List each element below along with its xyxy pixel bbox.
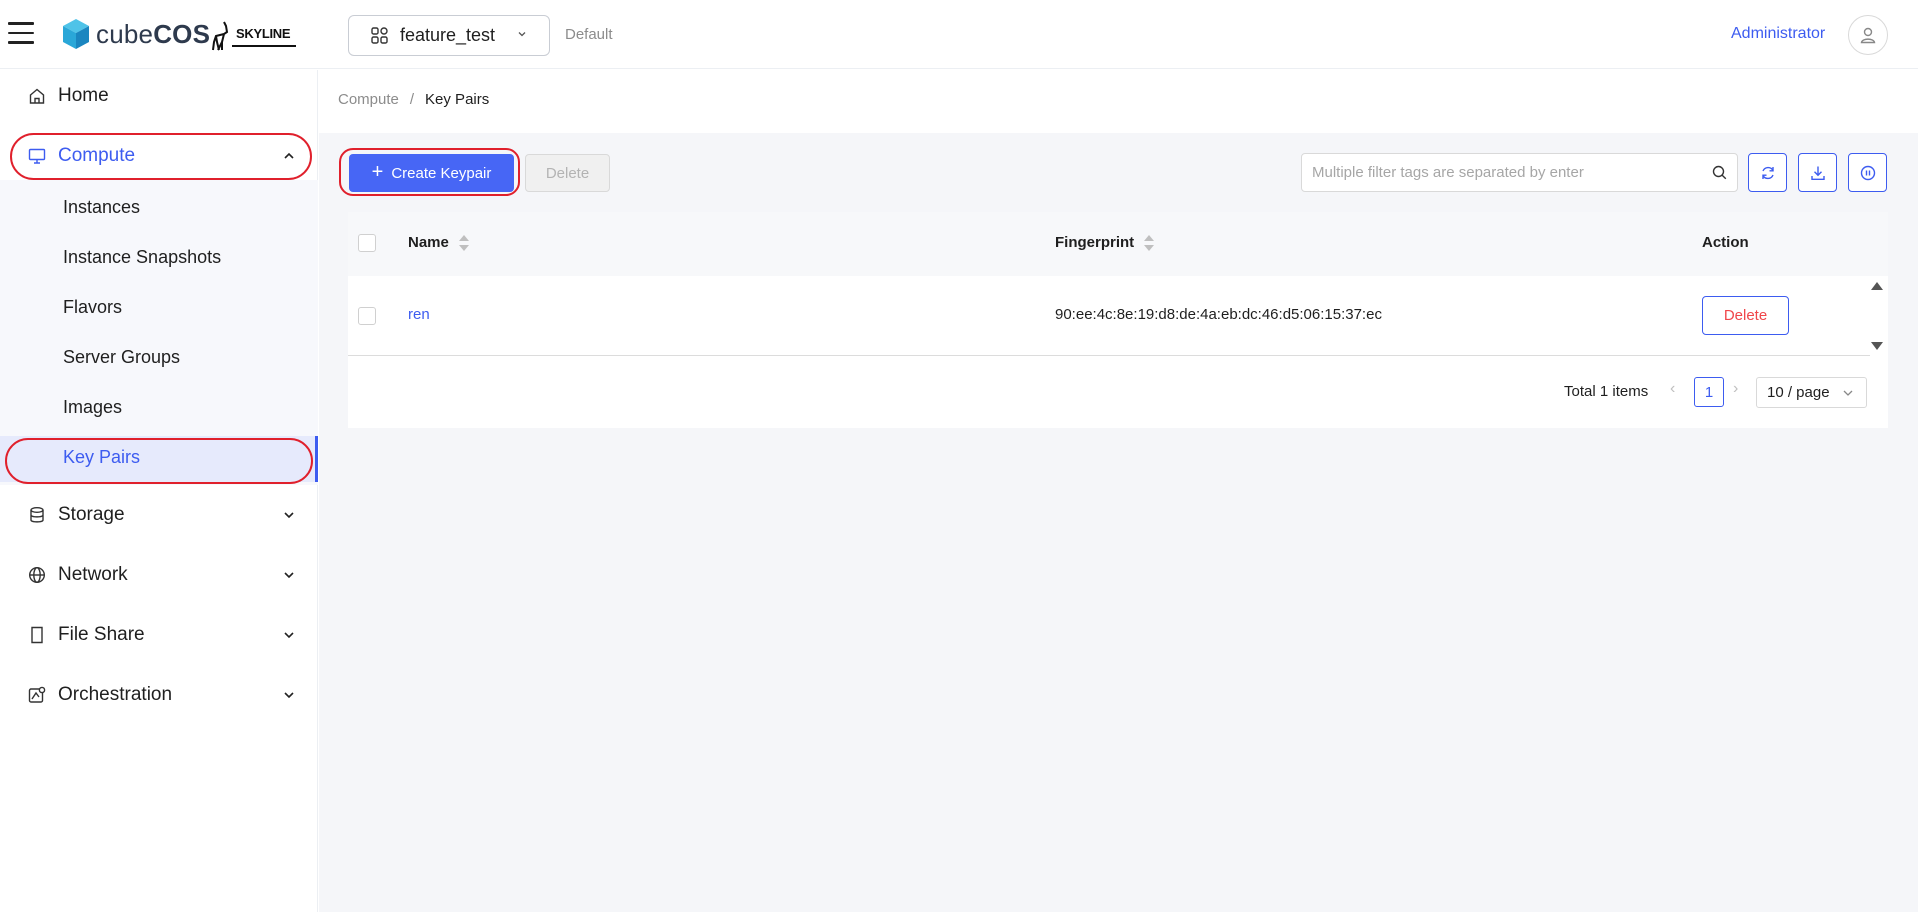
prev-page-icon[interactable]: ‹ xyxy=(1670,380,1675,398)
chevron-down-icon xyxy=(284,632,294,639)
sidebar-item-label: File Share xyxy=(58,624,145,645)
sidebar-item-instances[interactable]: Instances xyxy=(0,186,318,232)
top-header: cubeCOS SKYLINE feature_test Default Adm… xyxy=(0,0,1918,69)
brand-suffix: COS xyxy=(153,18,211,49)
monitor-icon xyxy=(28,148,46,164)
cubecos-logo[interactable]: cubeCOS xyxy=(62,18,210,50)
breadcrumb-separator: / xyxy=(409,91,415,108)
refresh-icon xyxy=(1761,166,1774,179)
sidebar-item-label: Storage xyxy=(58,504,125,525)
total-items-text: Total 1 items xyxy=(1564,383,1649,400)
sidebar-item-flavors[interactable]: Flavors xyxy=(0,286,318,332)
sort-icon[interactable] xyxy=(458,234,469,251)
sidebar-item-server-groups[interactable]: Server Groups xyxy=(0,336,318,382)
sidebar-subitem-label: Key Pairs xyxy=(63,447,141,467)
chevron-down-icon xyxy=(1843,390,1853,396)
scroll-down-arrow-icon[interactable] xyxy=(1871,342,1883,350)
plus-icon: + xyxy=(371,160,384,183)
sidebar-subitem-label: Instances xyxy=(63,197,141,217)
file-icon xyxy=(31,626,43,644)
pause-refresh-button[interactable] xyxy=(1848,153,1887,192)
menu-toggle-icon[interactable] xyxy=(8,22,34,46)
sidebar-subitem-label: Images xyxy=(63,397,123,417)
orchestration-icon xyxy=(28,686,46,703)
page-number-button[interactable]: 1 xyxy=(1694,377,1724,407)
avatar[interactable] xyxy=(1848,15,1888,55)
breadcrumb: Compute / Key Pairs xyxy=(338,91,489,108)
user-menu-link[interactable]: Administrator xyxy=(1731,25,1825,43)
cube-logo-icon xyxy=(63,19,89,49)
create-keypair-label: Create Keypair xyxy=(391,164,492,182)
home-icon xyxy=(29,88,45,104)
sidebar-item-key-pairs[interactable]: Key Pairs xyxy=(0,436,318,482)
create-keypair-button[interactable]: + Create Keypair xyxy=(349,154,514,192)
sidebar-subitem-label: Instance Snapshots xyxy=(63,247,222,267)
bulk-delete-button[interactable]: Delete xyxy=(525,154,610,192)
globe-icon xyxy=(28,566,46,584)
search-input[interactable] xyxy=(1302,154,1692,191)
chevron-down-icon xyxy=(518,32,526,37)
sidebar-item-instance-snapshots[interactable]: Instance Snapshots xyxy=(0,236,318,282)
search-icon[interactable] xyxy=(1712,165,1727,180)
row-delete-button[interactable]: Delete xyxy=(1702,296,1789,335)
apps-icon xyxy=(371,27,388,44)
search-filter[interactable] xyxy=(1301,153,1738,192)
breadcrumb-compute[interactable]: Compute xyxy=(338,91,399,108)
next-page-icon[interactable]: › xyxy=(1733,380,1738,398)
keypair-name-link[interactable]: ren xyxy=(408,306,430,323)
partner-name: SKYLINE xyxy=(236,26,291,41)
sidebar-item-home[interactable]: Home xyxy=(0,74,318,118)
sidebar-subitem-label: Server Groups xyxy=(63,347,181,367)
column-header-name[interactable]: Name xyxy=(408,234,469,251)
chevron-up-icon xyxy=(284,152,294,159)
sidebar-item-network[interactable]: Network xyxy=(0,553,318,597)
sidebar-subitem-label: Flavors xyxy=(63,297,123,317)
chevron-down-icon xyxy=(284,572,294,579)
sidebar-item-label: Home xyxy=(58,85,109,106)
chevron-down-icon xyxy=(284,692,294,699)
column-action-label: Action xyxy=(1702,234,1749,251)
domain-label: Default xyxy=(565,26,613,43)
column-header-fingerprint[interactable]: Fingerprint xyxy=(1055,234,1155,251)
brand-prefix: cube xyxy=(96,18,154,49)
page-size-select[interactable]: 10 / page xyxy=(1756,377,1867,408)
sidebar-item-file-share[interactable]: File Share xyxy=(0,613,318,657)
keypairs-table: Name Fingerprint Action ren 90:ee:4c:8e:… xyxy=(348,212,1888,428)
sidebar-item-label: Network xyxy=(58,564,128,585)
scroll-up-arrow-icon[interactable] xyxy=(1871,282,1883,290)
project-selector[interactable]: feature_test xyxy=(348,15,550,56)
sidebar: Home Compute Instances Instance Snapshot… xyxy=(0,70,318,912)
pause-circle-icon xyxy=(1860,165,1875,180)
page-size-value: 10 / page xyxy=(1767,384,1830,401)
sidebar-item-orchestration[interactable]: Orchestration xyxy=(0,673,318,717)
refresh-button[interactable] xyxy=(1748,153,1787,192)
database-icon xyxy=(30,507,44,523)
table-header: Name Fingerprint Action xyxy=(348,212,1888,276)
column-name-label: Name xyxy=(408,234,449,251)
sidebar-item-compute[interactable]: Compute xyxy=(0,134,318,178)
select-all-checkbox[interactable] xyxy=(358,234,376,252)
project-name: feature_test xyxy=(400,25,496,45)
sidebar-item-label: Compute xyxy=(58,145,136,166)
skyline-logo: SKYLINE xyxy=(210,20,296,52)
sort-icon[interactable] xyxy=(1144,234,1155,251)
keypair-fingerprint: 90:ee:4c:8e:19:d8:de:4a:eb:dc:46:d5:06:1… xyxy=(1055,306,1382,323)
table-row: ren 90:ee:4c:8e:19:d8:de:4a:eb:dc:46:d5:… xyxy=(348,276,1870,356)
llama-icon xyxy=(212,21,229,51)
sidebar-item-storage[interactable]: Storage xyxy=(0,493,318,537)
user-icon xyxy=(1860,27,1876,44)
sidebar-item-label: Orchestration xyxy=(58,684,173,705)
row-checkbox[interactable] xyxy=(358,307,376,325)
column-fingerprint-label: Fingerprint xyxy=(1055,234,1135,251)
partner-underline xyxy=(232,45,296,47)
download-icon xyxy=(1810,166,1825,180)
chevron-down-icon xyxy=(284,512,294,519)
download-button[interactable] xyxy=(1798,153,1837,192)
breadcrumb-current: Key Pairs xyxy=(425,91,490,108)
column-header-action: Action xyxy=(1702,234,1749,251)
sidebar-item-images[interactable]: Images xyxy=(0,386,318,432)
